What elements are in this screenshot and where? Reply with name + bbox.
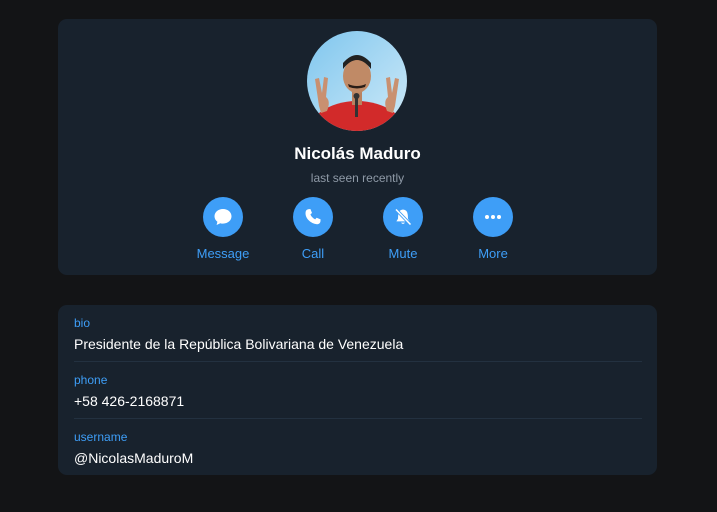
- more-dots-icon: [473, 197, 513, 237]
- more-label: More: [478, 246, 508, 261]
- mute-button[interactable]: Mute: [358, 197, 448, 261]
- contact-name: Nicolás Maduro: [294, 144, 421, 163]
- more-button[interactable]: More: [448, 197, 538, 261]
- chat-bubble-icon: [203, 197, 243, 237]
- avatar-photo: [307, 31, 407, 131]
- bell-muted-icon: [383, 197, 423, 237]
- contact-info-card: bio Presidente de la República Bolivaria…: [58, 305, 657, 475]
- phone-icon: [293, 197, 333, 237]
- avatar[interactable]: [307, 31, 407, 131]
- last-seen-status: last seen recently: [310, 171, 405, 185]
- bio-row[interactable]: bio Presidente de la República Bolivaria…: [74, 316, 642, 352]
- divider: [74, 361, 642, 362]
- phone-label: phone: [74, 373, 108, 387]
- message-button[interactable]: Message: [178, 197, 268, 261]
- username-row[interactable]: username @NicolasMaduroM: [74, 430, 642, 466]
- profile-header-card: Nicolás Maduro last seen recently Messag…: [58, 19, 657, 275]
- phone-row[interactable]: phone +58 426-2168871: [74, 373, 642, 409]
- call-button[interactable]: Call: [268, 197, 358, 261]
- profile-page: Nicolás Maduro last seen recently Messag…: [0, 0, 717, 512]
- username-label: username: [74, 430, 128, 444]
- username-value: @NicolasMaduroM: [74, 450, 194, 466]
- mute-label: Mute: [388, 246, 418, 261]
- divider: [74, 418, 642, 419]
- bio-value: Presidente de la República Bolivariana d…: [74, 336, 404, 352]
- bio-label: bio: [74, 316, 91, 330]
- phone-value: +58 426-2168871: [74, 393, 185, 409]
- call-label: Call: [301, 246, 325, 261]
- message-label: Message: [196, 246, 250, 261]
